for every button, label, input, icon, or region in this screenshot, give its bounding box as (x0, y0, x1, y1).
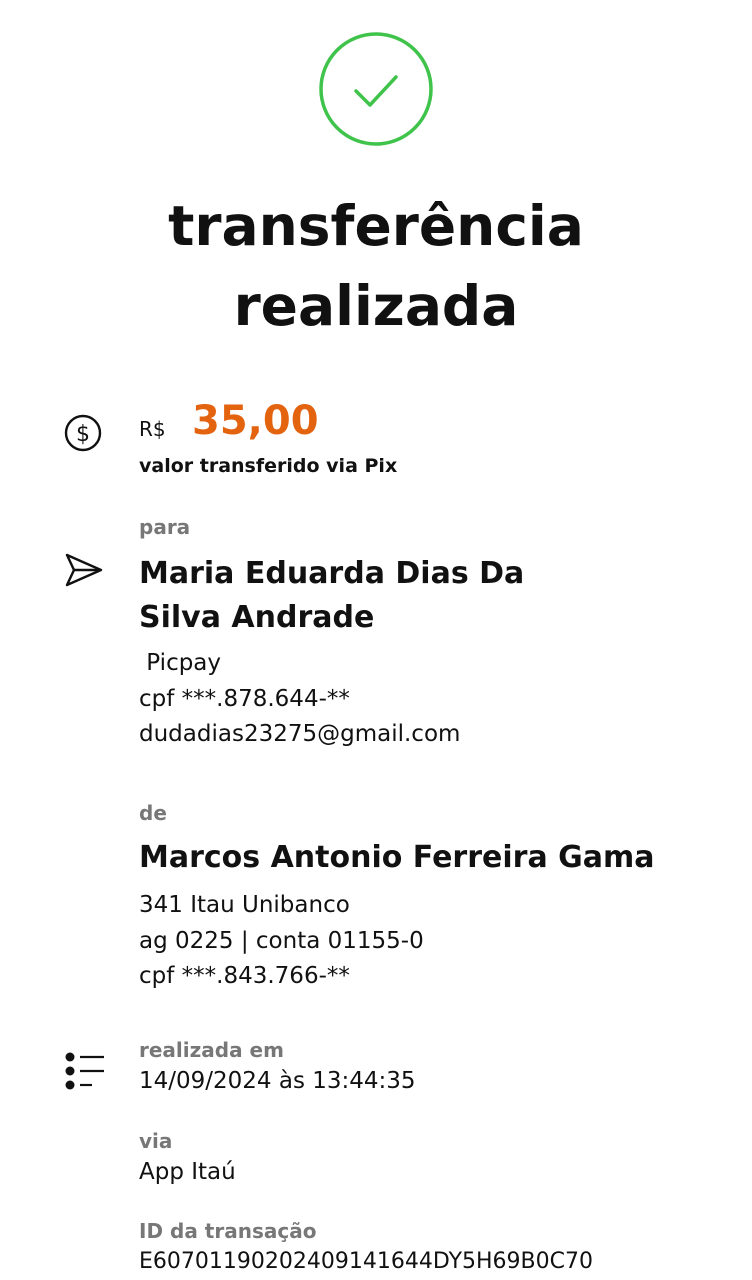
sender-account: ag 0225 | conta 01155-0 (139, 928, 424, 954)
dollar-circle-icon: $ (64, 414, 102, 452)
list-icon (64, 1052, 106, 1092)
svg-text:$: $ (76, 422, 90, 447)
recipient-name: Maria Eduarda Dias Da Silva Andrade (139, 552, 699, 640)
transfer-amount: 35,00 (192, 398, 319, 444)
recipient-pix-key: dudadias23275@gmail.com (139, 721, 461, 747)
sender-cpf: cpf ***.843.766-** (139, 963, 350, 989)
sender-name: Marcos Antonio Ferreira Gama (139, 840, 655, 875)
check-circle-icon (318, 31, 434, 147)
via-value: App Itaú (139, 1159, 236, 1185)
page-title: transferência realizada (0, 186, 752, 346)
recipient-name-line-1: Maria Eduarda Dias Da (139, 556, 525, 591)
title-line-1: transferência (168, 194, 584, 258)
recipient-name-line-2: Silva Andrade (139, 600, 375, 635)
amount-caption: valor transferido via Pix (139, 455, 398, 477)
date-value: 14/09/2024 às 13:44:35 (139, 1068, 416, 1094)
recipient-label: para (139, 515, 191, 539)
currency-label: R$ (139, 417, 166, 441)
send-icon (64, 552, 104, 588)
sender-bank: 341 Itau Unibanco (139, 892, 350, 918)
recipient-bank: Picpay (139, 650, 222, 676)
transaction-id-label: ID da transação (139, 1219, 317, 1243)
recipient-cpf: cpf ***.878.644-** (139, 686, 350, 712)
transaction-id-value: E60701190202409141644DY5H69B0C70 (139, 1249, 593, 1274)
date-label: realizada em (139, 1038, 284, 1062)
title-line-2: realizada (233, 274, 519, 338)
via-label: via (139, 1129, 173, 1153)
sender-label: de (139, 801, 167, 825)
